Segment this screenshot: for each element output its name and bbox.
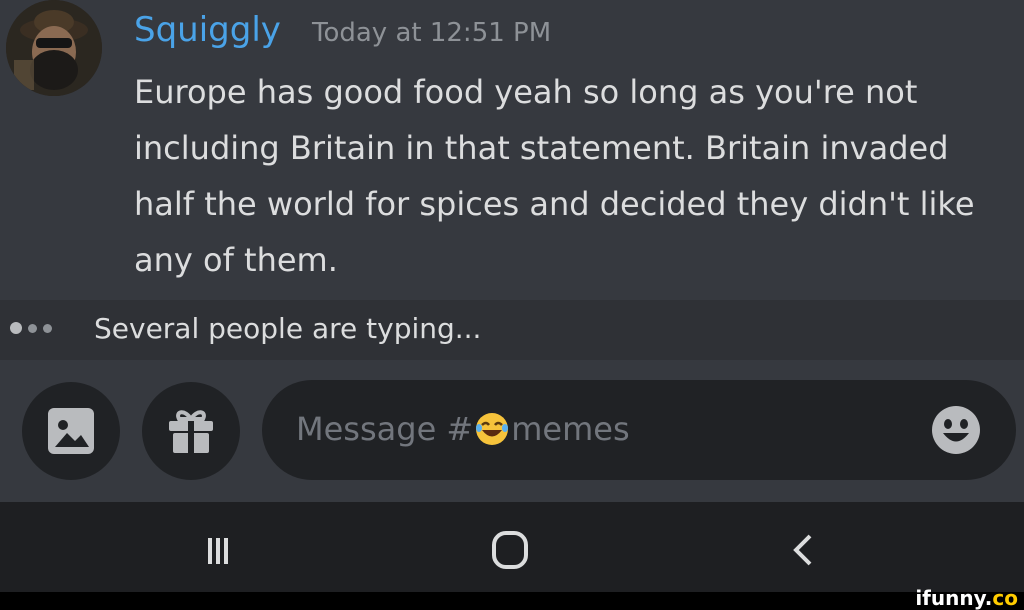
back-icon bbox=[793, 534, 812, 566]
placeholder-prefix: Message # bbox=[296, 410, 474, 448]
laughing-emoji-icon bbox=[476, 413, 509, 445]
message-input[interactable]: Message # memes bbox=[262, 380, 1016, 480]
gift-button[interactable] bbox=[142, 382, 240, 480]
avatar-image bbox=[6, 0, 102, 96]
system-nav-bar bbox=[0, 502, 1024, 592]
typing-text: Several people are typing... bbox=[94, 312, 482, 345]
recent-apps-button[interactable] bbox=[188, 520, 248, 580]
avatar[interactable] bbox=[6, 0, 102, 96]
emoji-picker-button[interactable] bbox=[930, 404, 982, 456]
image-upload-button[interactable] bbox=[22, 382, 120, 480]
recent-apps-icon bbox=[208, 538, 228, 564]
watermark-suffix: co bbox=[992, 586, 1018, 610]
message-composer: Message # memes bbox=[0, 360, 1024, 502]
message-placeholder: Message # memes bbox=[296, 410, 630, 448]
home-button[interactable] bbox=[480, 520, 540, 580]
message-timestamp: Today at 12:51 PM bbox=[312, 18, 552, 48]
placeholder-suffix: memes bbox=[511, 410, 630, 448]
gift-icon bbox=[169, 410, 213, 453]
image-upload-icon bbox=[48, 408, 94, 454]
chat-area: Squiggly Today at 12:51 PM Europe has go… bbox=[0, 0, 1024, 300]
typing-indicator: Several people are typing... bbox=[0, 300, 1024, 360]
home-icon bbox=[492, 531, 528, 569]
back-button[interactable] bbox=[774, 520, 834, 580]
watermark-text: ifunny. bbox=[915, 586, 993, 610]
watermark-bar: ifunny.co bbox=[0, 586, 1024, 610]
channel-emoji bbox=[474, 411, 510, 447]
watermark: ifunny.co bbox=[915, 586, 1018, 610]
emoji-picker-icon bbox=[932, 406, 980, 454]
typing-dots-icon bbox=[10, 322, 52, 334]
username[interactable]: Squiggly bbox=[134, 10, 281, 50]
message-text: Europe has good food yeah so long as you… bbox=[134, 73, 975, 279]
